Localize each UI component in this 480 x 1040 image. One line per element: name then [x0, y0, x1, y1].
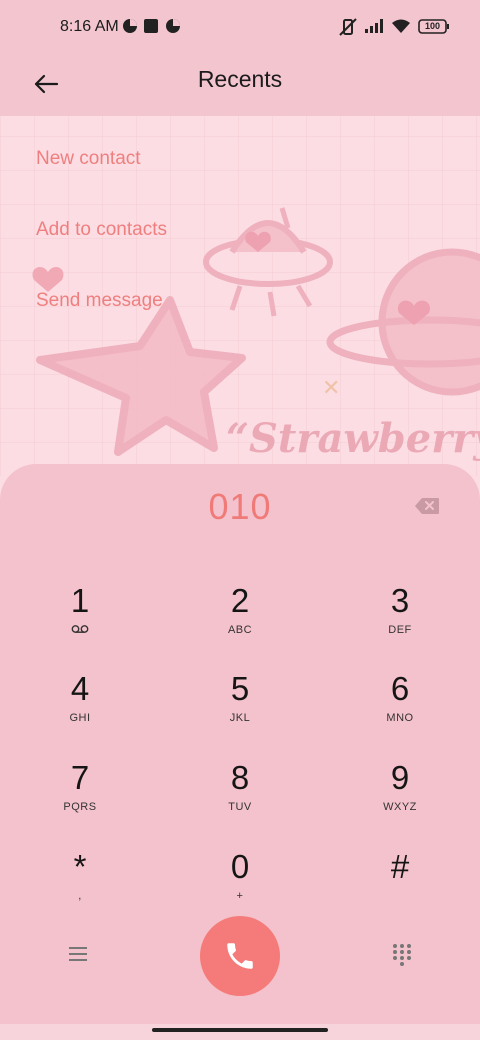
key-letters: GHI — [69, 712, 91, 724]
square-notification-icon — [143, 18, 159, 39]
status-time: 8:16 AM — [60, 18, 119, 35]
data-saver-icon-2 — [165, 18, 181, 39]
key-letters: TUV — [228, 801, 252, 813]
page-title: Recents — [197, 66, 283, 92]
key-digit: # — [390, 848, 410, 885]
home-indicator[interactable] — [152, 1028, 328, 1032]
keypad-icon — [393, 944, 411, 966]
key-digit: * — [73, 848, 87, 885]
wallpaper-text: “Strawberry” — [226, 415, 480, 462]
key-digit: 9 — [390, 759, 410, 796]
key-star[interactable]: * , — [20, 848, 140, 928]
key-digit: 3 — [390, 582, 410, 619]
menu-icon — [69, 947, 87, 961]
key-hash[interactable]: # — [340, 848, 460, 928]
app-header: Recents — [0, 56, 480, 116]
key-letters: , — [78, 890, 82, 902]
key-letters: PQRS — [63, 801, 97, 813]
phone-icon — [227, 943, 253, 969]
key-digit: 8 — [230, 759, 250, 796]
key-digit: 4 — [70, 670, 90, 707]
wifi-icon — [391, 18, 411, 39]
vibrate-off-icon — [338, 18, 358, 41]
dialer-panel: 010 1 2 ABC 3 DEF 4 GHI 5 JKL 6 MNO 7 PQ… — [0, 464, 480, 1024]
key-6[interactable]: 6 MNO — [340, 670, 460, 750]
signal-icon — [364, 18, 386, 39]
key-letters: + — [236, 890, 244, 902]
key-letters: ABC — [227, 624, 253, 636]
key-letters: DEF — [388, 624, 412, 636]
key-digit: 7 — [70, 759, 90, 796]
key-8[interactable]: 8 TUV — [180, 759, 300, 839]
add-to-contacts-link[interactable]: Add to contacts — [36, 219, 167, 241]
status-bar: 8:16 AM 100 — [0, 0, 480, 56]
data-saver-icon — [122, 18, 138, 39]
key-digit: 6 — [390, 670, 410, 707]
key-digit: 2 — [230, 582, 250, 619]
key-7[interactable]: 7 PQRS — [20, 759, 140, 839]
voicemail-icon — [20, 624, 140, 637]
new-contact-link[interactable]: New contact — [36, 148, 141, 170]
key-letters: MNO — [386, 712, 414, 724]
key-5[interactable]: 5 JKL — [180, 670, 300, 750]
key-letters: JKL — [229, 712, 251, 724]
dialed-number[interactable]: 010 — [0, 486, 480, 528]
menu-button[interactable] — [66, 944, 90, 969]
key-9[interactable]: 9 WXYZ — [340, 759, 460, 839]
svg-text:✕: ✕ — [322, 376, 340, 401]
keypad-toggle-button[interactable] — [390, 942, 414, 973]
key-3[interactable]: 3 DEF — [340, 582, 460, 662]
key-1[interactable]: 1 — [20, 582, 140, 662]
key-digit: 1 — [70, 582, 90, 619]
send-message-link[interactable]: Send message — [36, 290, 163, 312]
backspace-icon — [415, 498, 439, 514]
call-button[interactable] — [200, 916, 280, 996]
battery-level: 100 — [424, 21, 441, 31]
key-digit: 0 — [230, 848, 250, 885]
key-2[interactable]: 2 ABC — [180, 582, 300, 662]
key-digit: 5 — [230, 670, 250, 707]
backspace-button[interactable] — [414, 497, 440, 520]
key-4[interactable]: 4 GHI — [20, 670, 140, 750]
key-letters: WXYZ — [383, 801, 417, 813]
navigation-bar — [0, 1024, 480, 1040]
